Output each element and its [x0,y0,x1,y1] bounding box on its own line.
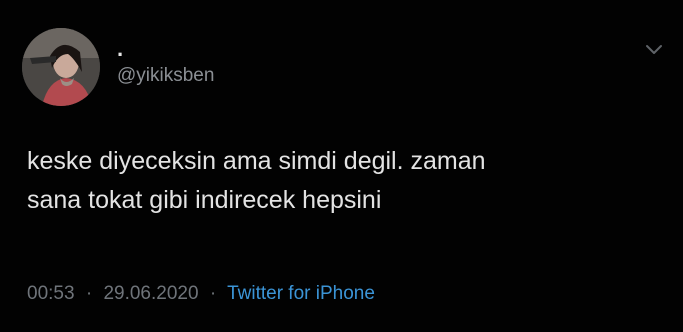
tweet-time[interactable]: 00:53 [27,283,75,304]
display-name[interactable]: . [117,38,123,60]
user-handle[interactable]: @yikiksben [117,64,214,88]
separator-dot: · [85,283,93,304]
tweet-metadata: 00:53 · 29.06.2020 · Twitter for iPhone [27,281,375,307]
chevron-down-icon[interactable] [643,38,665,60]
tweet-text-line-2: sana tokat gibi indirecek hepsini [27,186,382,214]
separator-dot: · [209,283,217,304]
avatar-image [22,28,100,106]
tweet-date[interactable]: 29.06.2020 [103,283,198,304]
tweet-card: . @yikiksben keske diyeceksin ama simdi … [0,0,683,332]
tweet-text: keske diyeceksin ama simdi degil. zaman … [27,142,657,220]
avatar[interactable] [22,28,100,106]
tweet-source-link[interactable]: Twitter for iPhone [227,283,375,304]
tweet-text-line-1: keske diyeceksin ama simdi degil. zaman [27,147,486,175]
